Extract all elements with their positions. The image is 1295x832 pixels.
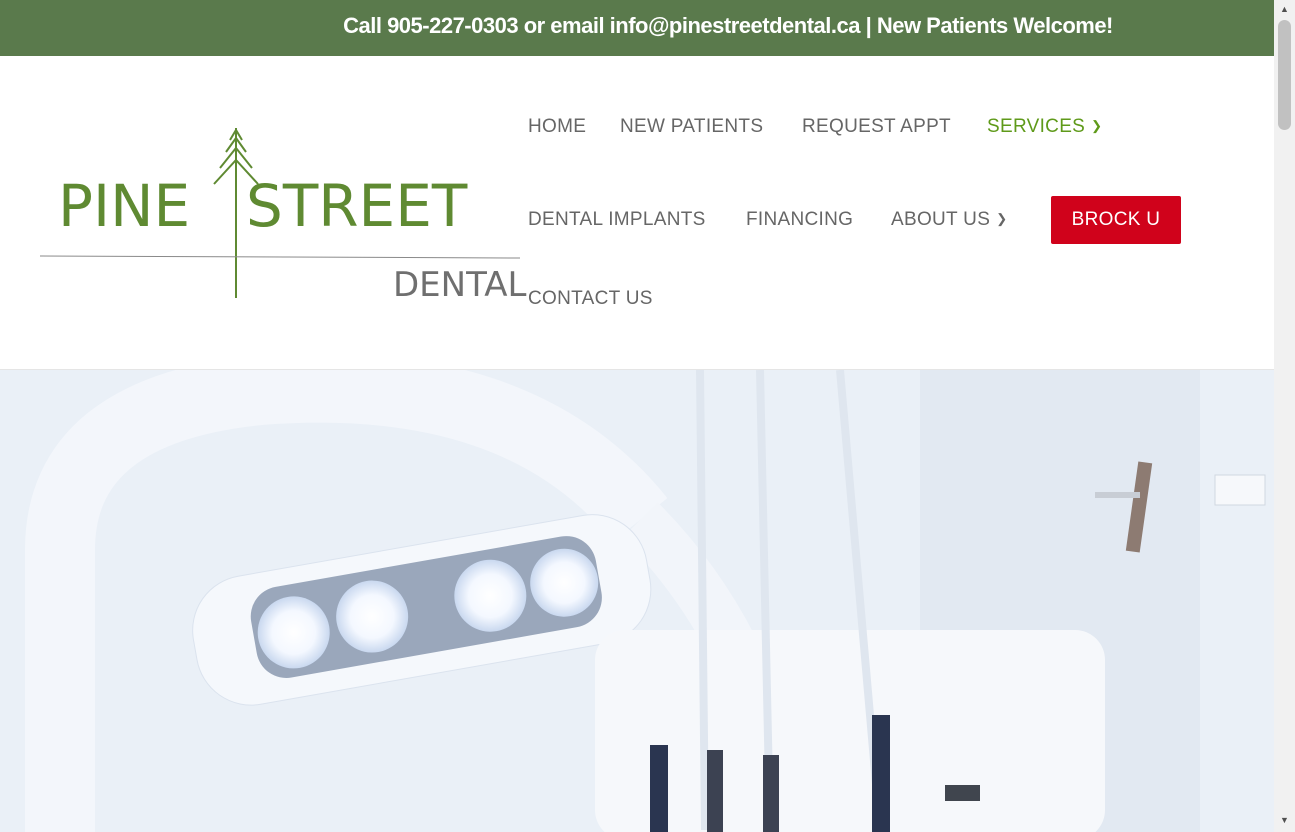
nav-contact-us-label: CONTACT US xyxy=(528,288,653,309)
hero-image xyxy=(0,370,1274,832)
arrow-down-icon[interactable]: ▼ xyxy=(1274,815,1295,825)
arrow-up-icon[interactable]: ▲ xyxy=(1274,4,1295,14)
dental-office-photo xyxy=(0,370,1274,832)
nav-dental-implants-label: DENTAL IMPLANTS xyxy=(528,209,706,230)
chevron-down-icon: ❯ xyxy=(996,211,1008,226)
scrollbar-thumb[interactable] xyxy=(1278,20,1291,130)
page-scrollbar[interactable]: ▲ ▼ xyxy=(1274,0,1295,832)
logo-dental-text: DENTAL xyxy=(393,265,526,305)
nav-request-appt[interactable]: REQUEST APPT xyxy=(802,116,951,138)
logo-pine-text: PINE xyxy=(58,172,190,240)
nav-new-patients[interactable]: NEW PATIENTS xyxy=(620,116,763,138)
nav-services-label: SERVICES xyxy=(987,116,1086,137)
nav-dental-implants[interactable]: DENTAL IMPLANTS xyxy=(528,209,706,231)
contact-banner: Call 905-227-0303 or email info@pinestre… xyxy=(0,0,1274,56)
nav-home-label: HOME xyxy=(528,116,587,137)
brock-u-button[interactable]: BROCK U xyxy=(1051,196,1181,244)
nav-services[interactable]: SERVICES ❯ xyxy=(987,116,1102,138)
site-header: PINE STREET DENTAL HOME NEW PATIENTS REQ… xyxy=(0,56,1274,370)
pine-street-dental-logo[interactable]: PINE STREET DENTAL xyxy=(40,126,545,306)
nav-about-us-label: ABOUT US xyxy=(891,209,991,230)
logo-street-text: STREET xyxy=(246,172,468,240)
nav-financing-label: FINANCING xyxy=(746,209,854,230)
nav-contact-us[interactable]: CONTACT US xyxy=(528,288,653,310)
nav-financing[interactable]: FINANCING xyxy=(746,209,853,231)
nav-new-patients-label: NEW PATIENTS xyxy=(620,116,764,137)
contact-banner-text[interactable]: Call 905-227-0303 or email info@pinestre… xyxy=(0,13,1295,39)
chevron-down-icon: ❯ xyxy=(1091,118,1103,133)
nav-about-us[interactable]: ABOUT US ❯ xyxy=(891,209,1007,231)
nav-home[interactable]: HOME xyxy=(528,116,586,138)
nav-request-appt-label: REQUEST APPT xyxy=(802,116,951,137)
